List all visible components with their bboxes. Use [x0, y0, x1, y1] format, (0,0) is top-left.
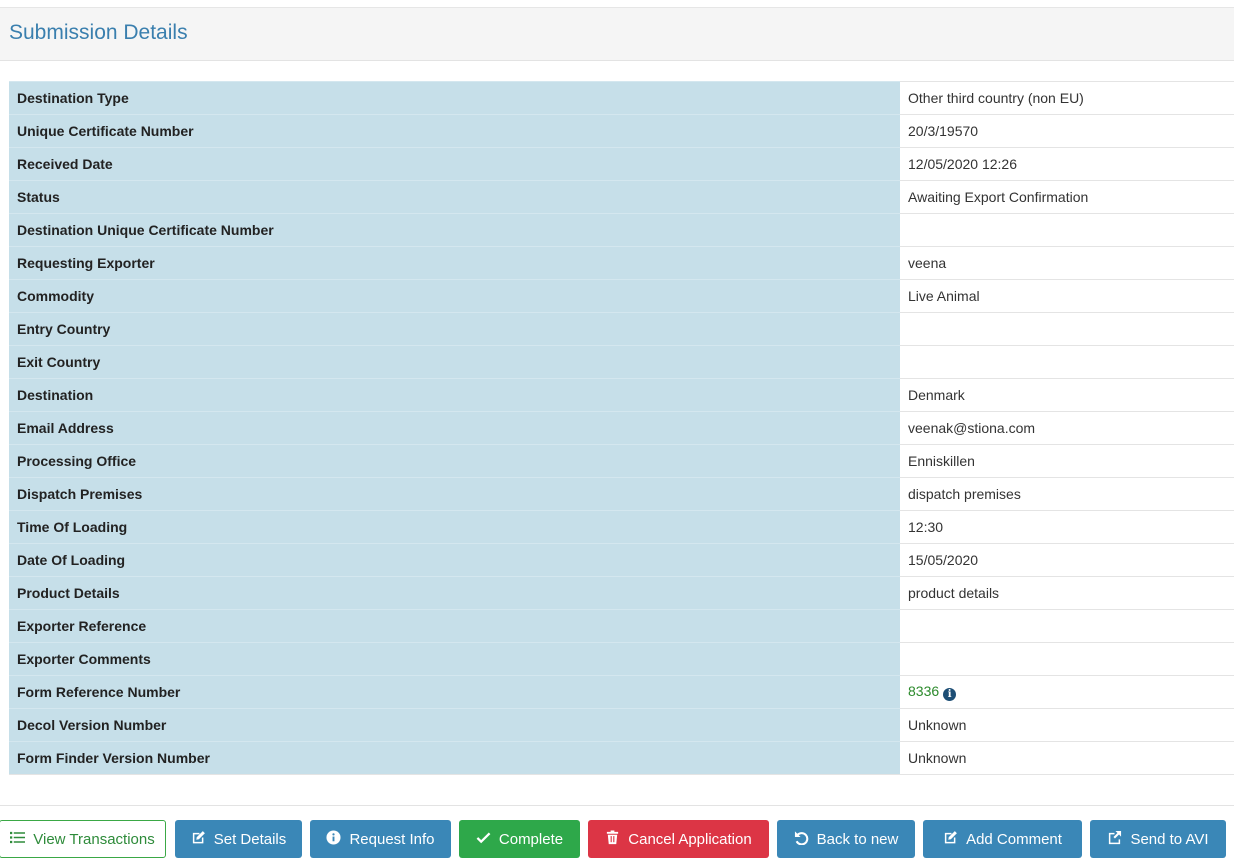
button-label: Complete: [498, 830, 564, 848]
row-label: Entry Country: [9, 312, 900, 346]
row-label: Form Finder Version Number: [9, 741, 900, 775]
table-row: Date Of Loading 15/05/2020: [9, 543, 1234, 577]
row-value: Awaiting Export Confirmation: [900, 180, 1234, 214]
row-value: [900, 642, 1234, 676]
row-label: Requesting Exporter: [9, 246, 900, 280]
check-icon: [476, 830, 491, 849]
button-label: Send to AVI: [1130, 830, 1209, 848]
row-label: Processing Office: [9, 444, 900, 478]
row-value: 12/05/2020 12:26: [900, 147, 1234, 181]
table-row: Commodity Live Animal: [9, 279, 1234, 313]
button-label: Back to new: [816, 830, 899, 848]
row-label: Destination Type: [9, 81, 900, 115]
row-label: Time Of Loading: [9, 510, 900, 544]
table-row: Requesting Exporter veena: [9, 246, 1234, 280]
row-value: Other third country (non EU): [900, 81, 1234, 115]
page-title: Submission Details: [9, 21, 188, 44]
view-transactions-button[interactable]: View Transactions: [0, 820, 166, 858]
edit-icon: [191, 830, 206, 849]
row-value: Denmark: [900, 378, 1234, 412]
table-row: Exit Country: [9, 345, 1234, 379]
table-row: Exporter Comments: [9, 642, 1234, 676]
button-label: Add Comment: [966, 830, 1062, 848]
button-label: Cancel Application: [628, 830, 752, 848]
row-label: Exporter Reference: [9, 609, 900, 643]
list-icon: [10, 830, 26, 849]
row-label: Unique Certificate Number: [9, 114, 900, 148]
row-value: Live Animal: [900, 279, 1234, 313]
send-to-avi-button[interactable]: Send to AVI: [1090, 820, 1226, 858]
row-value: veenak@stiona.com: [900, 411, 1234, 445]
table-row: Dispatch Premises dispatch premises: [9, 477, 1234, 511]
row-value: [900, 312, 1234, 346]
button-label: Set Details: [213, 830, 287, 848]
table-row: Unique Certificate Number 20/3/19570: [9, 114, 1234, 148]
row-label: Exit Country: [9, 345, 900, 379]
table-row: Time Of Loading 12:30: [9, 510, 1234, 544]
row-label: Email Address: [9, 411, 900, 445]
row-value: Enniskillen: [900, 444, 1234, 478]
row-label: Exporter Comments: [9, 642, 900, 676]
row-value: product details: [900, 576, 1234, 610]
row-value: veena: [900, 246, 1234, 280]
table-row: Decol Version Number Unknown: [9, 708, 1234, 742]
button-label: Request Info: [349, 830, 435, 848]
details-table: Destination Type Other third country (non…: [9, 81, 1234, 775]
row-label: Decol Version Number: [9, 708, 900, 742]
row-label: Dispatch Premises: [9, 477, 900, 511]
action-bar: View Transactions Set Details Request In…: [0, 820, 1234, 858]
complete-button[interactable]: Complete: [459, 820, 580, 858]
trash-icon: [605, 829, 620, 849]
row-value: dispatch premises: [900, 477, 1234, 511]
row-label: Received Date: [9, 147, 900, 181]
button-label: View Transactions: [33, 830, 155, 848]
row-label: Product Details: [9, 576, 900, 610]
row-value: [900, 345, 1234, 379]
row-value: Unknown: [900, 708, 1234, 742]
panel-header: Submission Details: [0, 7, 1234, 61]
row-label: Date Of Loading: [9, 543, 900, 577]
row-value: 15/05/2020: [900, 543, 1234, 577]
share-icon: [1107, 830, 1122, 849]
table-row: Exporter Reference: [9, 609, 1234, 643]
table-row: Destination Unique Certificate Number: [9, 213, 1234, 247]
table-row: Destination Type Other third country (non…: [9, 81, 1234, 115]
undo-icon: [794, 830, 809, 849]
form-reference-cell: 8336 i: [900, 675, 1234, 709]
table-row: Status Awaiting Export Confirmation: [9, 180, 1234, 214]
set-details-button[interactable]: Set Details: [175, 820, 302, 858]
table-row: Form Reference Number 8336 i: [9, 675, 1234, 709]
table-row: Form Finder Version Number Unknown: [9, 741, 1234, 775]
row-label: Destination Unique Certificate Number: [9, 213, 900, 247]
info-circle-icon[interactable]: i: [943, 688, 957, 701]
row-label: Destination: [9, 378, 900, 412]
add-comment-button[interactable]: Add Comment: [923, 820, 1082, 858]
table-row: Product Details product details: [9, 576, 1234, 610]
request-info-button[interactable]: Request Info: [310, 820, 451, 858]
table-row: Email Address veenak@stiona.com: [9, 411, 1234, 445]
table-row: Destination Denmark: [9, 378, 1234, 412]
row-value: [900, 213, 1234, 247]
back-to-new-button[interactable]: Back to new: [777, 820, 915, 858]
divider: [0, 805, 1234, 806]
table-row: Received Date 12/05/2020 12:26: [9, 147, 1234, 181]
row-value: [900, 609, 1234, 643]
row-label: Status: [9, 180, 900, 214]
info-circle-icon: [326, 829, 341, 849]
table-row: Processing Office Enniskillen: [9, 444, 1234, 478]
row-label: Form Reference Number: [9, 675, 900, 709]
row-value: 12:30: [900, 510, 1234, 544]
row-value: Unknown: [900, 741, 1234, 775]
form-reference-link[interactable]: 8336: [908, 683, 939, 699]
edit-icon: [943, 830, 958, 849]
row-label: Commodity: [9, 279, 900, 313]
cancel-application-button[interactable]: Cancel Application: [588, 820, 769, 858]
row-value: 20/3/19570: [900, 114, 1234, 148]
table-row: Entry Country: [9, 312, 1234, 346]
